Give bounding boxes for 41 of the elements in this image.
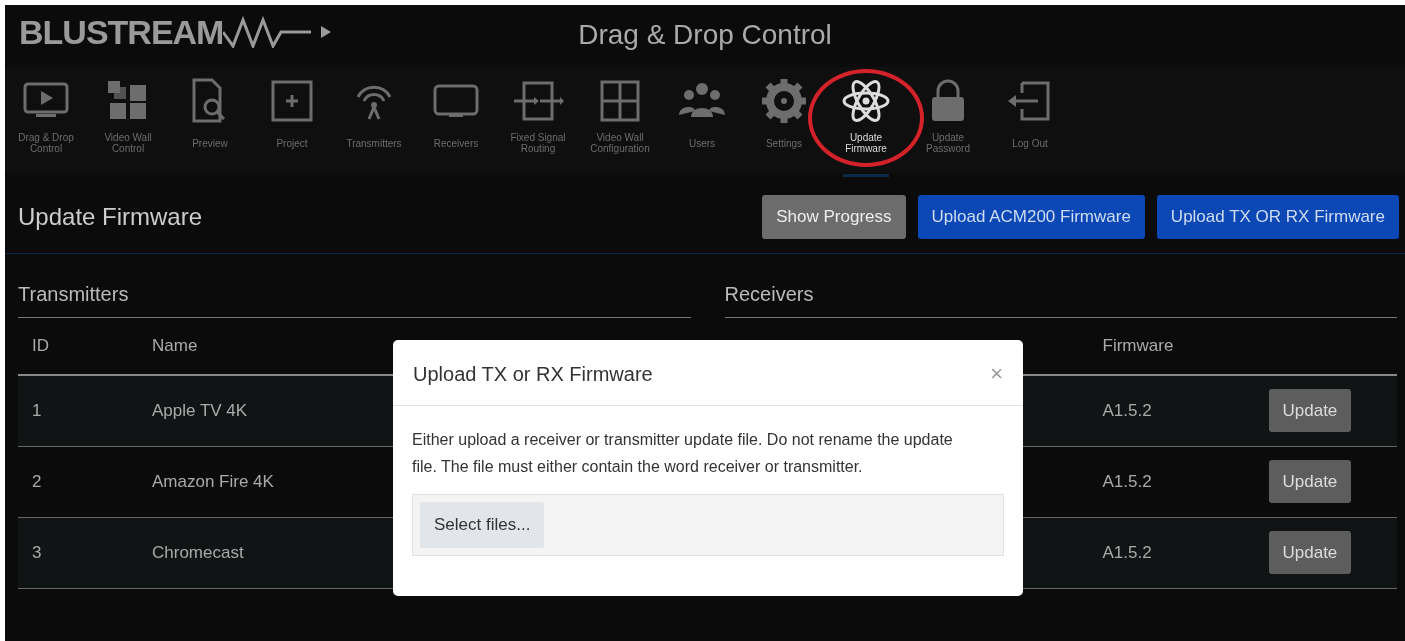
nav-tab[interactable]: Video Wall Control bbox=[87, 75, 169, 173]
table-cell: Chromecast bbox=[152, 542, 244, 562]
update-button[interactable]: Update bbox=[1268, 459, 1352, 504]
modal-text: Either upload a receiver or transmitter update file. Do not rename the update file. The file must either contain the word receiver or transmitter. bbox=[412, 430, 954, 477]
nav-tab[interactable]: Users bbox=[661, 75, 743, 173]
table-title: Receivers bbox=[724, 253, 1397, 318]
nav-tab[interactable]: Update Password bbox=[907, 75, 989, 173]
nav-tab[interactable]: Receivers bbox=[415, 75, 497, 173]
action-button[interactable]: Upload ACM200 Firmware bbox=[917, 195, 1145, 239]
table-title: Transmitters bbox=[18, 253, 691, 318]
table-cell: Amazon Fire 4K bbox=[152, 471, 274, 491]
table-cell: A1.5.2 bbox=[1102, 542, 1152, 562]
nav-tab[interactable]: Fixed Signal Routing bbox=[497, 75, 579, 173]
table-cell: 2 bbox=[32, 471, 42, 491]
close-button[interactable]: × bbox=[990, 363, 1003, 385]
column-header: Firmware bbox=[1102, 335, 1174, 355]
section-title: Update Firmware bbox=[18, 201, 203, 232]
table-cell: 3 bbox=[32, 542, 42, 562]
nav-tab[interactable]: Log Out bbox=[989, 75, 1071, 173]
nav-tab[interactable]: Transmitters bbox=[333, 75, 415, 173]
nav-tab[interactable]: Update Firmware bbox=[825, 75, 907, 173]
nav-tab[interactable]: Settings bbox=[743, 75, 825, 173]
page-heading: Drag & Drop Control bbox=[578, 21, 832, 49]
column-header: ID bbox=[32, 335, 49, 355]
nav-tab[interactable]: Video Wall Configuration bbox=[579, 75, 661, 173]
nav-tab[interactable]: Drag & Drop Control bbox=[5, 75, 87, 173]
nav-tab[interactable]: Preview bbox=[169, 75, 251, 173]
table-cell: A1.5.2 bbox=[1102, 471, 1152, 491]
nav-tab[interactable]: Project bbox=[251, 75, 333, 173]
file-drop-area[interactable]: Select files... bbox=[412, 494, 1004, 556]
update-button[interactable]: Update bbox=[1268, 388, 1352, 433]
action-button[interactable]: Show Progress bbox=[762, 195, 906, 239]
table-cell: Apple TV 4K bbox=[152, 400, 248, 420]
update-button[interactable]: Update bbox=[1268, 530, 1352, 575]
table-cell: A1.5.2 bbox=[1102, 400, 1152, 420]
action-button[interactable]: Upload TX OR RX Firmware bbox=[1156, 195, 1399, 239]
logo-text: BLUSTREAM bbox=[19, 15, 224, 49]
table-cell: 1 bbox=[32, 400, 42, 420]
modal-title: Upload TX or RX Firmware bbox=[413, 362, 653, 387]
column-header: Name bbox=[152, 335, 198, 355]
select-files-button[interactable]: Select files... bbox=[420, 502, 545, 548]
